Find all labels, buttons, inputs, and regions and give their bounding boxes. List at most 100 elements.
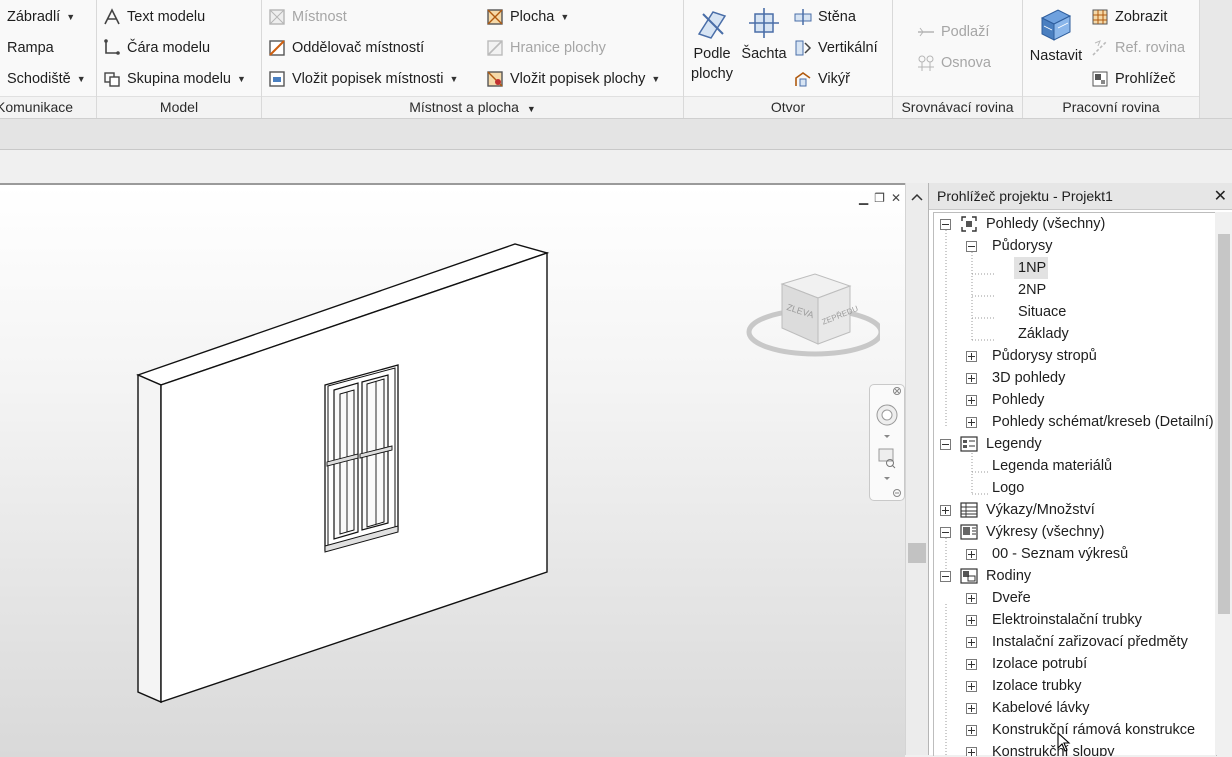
vertikalni-button[interactable]: Vertikální bbox=[794, 35, 878, 61]
tree-item-logo[interactable]: Logo bbox=[992, 477, 1024, 499]
expand-toggle-icon[interactable] bbox=[966, 417, 977, 428]
dropdown-arrow-icon[interactable]: ▼ bbox=[560, 4, 569, 30]
podle-plochy-button[interactable]: Podle plochy bbox=[690, 6, 734, 84]
dropdown-arrow-icon[interactable]: ▼ bbox=[77, 66, 86, 92]
tree-item-legenda-materialu[interactable]: Legenda materiálů bbox=[992, 455, 1112, 477]
rampa-label: Rampa bbox=[7, 40, 54, 56]
scroll-up-icon[interactable] bbox=[906, 187, 928, 207]
panel-komunikace: Zábradlí ▼ Rampa Schodiště ▼ Komunikace bbox=[0, 0, 97, 118]
panel-model: Text modelu Čára modelu Skupina modelu ▼… bbox=[97, 0, 262, 118]
wheel-dropdown-icon[interactable] bbox=[884, 435, 890, 438]
model-group-icon bbox=[104, 72, 120, 87]
schodiste-button[interactable]: Schodiště ▼ bbox=[7, 66, 86, 92]
panel-title-mistnost[interactable]: Místnost a plocha ▼ bbox=[262, 96, 683, 118]
shaft-icon bbox=[749, 8, 779, 38]
skupina-modelu-button[interactable]: Skupina modelu ▼ bbox=[103, 66, 246, 92]
expand-toggle-icon[interactable] bbox=[966, 637, 977, 648]
collapse-toggle-icon[interactable] bbox=[940, 571, 951, 582]
zoom-dropdown-icon[interactable] bbox=[884, 477, 890, 480]
expand-toggle-icon[interactable] bbox=[966, 549, 977, 560]
cara-modelu-button[interactable]: Čára modelu bbox=[103, 35, 210, 61]
rampa-button[interactable]: Rampa bbox=[7, 35, 54, 61]
expand-toggle-icon[interactable] bbox=[966, 593, 977, 604]
viewport-scrollbar-thumb[interactable] bbox=[908, 543, 926, 563]
sachta-button[interactable]: Šachta bbox=[740, 6, 788, 64]
ref-rovina-button[interactable]: Ref. rovina bbox=[1091, 35, 1185, 61]
expand-toggle-icon[interactable] bbox=[966, 395, 977, 406]
opening-by-face-icon bbox=[697, 11, 727, 39]
stena-button[interactable]: Stěna bbox=[794, 4, 856, 30]
popisek-plochy-button[interactable]: Vložit popisek plochy ▼ bbox=[486, 66, 660, 92]
viewcube[interactable]: ZLEVA ZEPŘEDU bbox=[740, 262, 880, 372]
close-navbar-icon[interactable] bbox=[893, 387, 901, 395]
dropdown-arrow-icon[interactable]: ▼ bbox=[651, 66, 660, 92]
dropdown-arrow-icon[interactable]: ▼ bbox=[237, 66, 246, 92]
oddelovac-button[interactable]: Oddělovač místností bbox=[268, 35, 424, 61]
model-line-icon bbox=[104, 39, 120, 55]
text-modelu-label: Text modelu bbox=[127, 9, 206, 25]
zabradli-button[interactable]: Zábradlí ▼ bbox=[7, 4, 75, 30]
schedule-icon bbox=[960, 502, 978, 518]
expand-toggle-icon[interactable] bbox=[966, 725, 977, 736]
view-tabs-area bbox=[0, 150, 1232, 183]
collapse-toggle-icon[interactable] bbox=[940, 439, 951, 450]
expand-toggle-icon[interactable] bbox=[940, 505, 951, 516]
podlazi-button[interactable]: Podlaží bbox=[917, 19, 989, 45]
nastavit-button[interactable]: Nastavit bbox=[1027, 6, 1085, 66]
room-separator-icon bbox=[269, 40, 285, 56]
3d-viewport[interactable]: ▁ ❐ ✕ ZLEVA ZEPŘEDU bbox=[0, 183, 905, 757]
cara-modelu-label: Čára modelu bbox=[127, 40, 211, 56]
panel-title-otvor: Otvor bbox=[684, 96, 892, 118]
collapse-toggle-icon[interactable] bbox=[940, 219, 951, 230]
skupina-modelu-label: Skupina modelu bbox=[127, 71, 231, 87]
tree-item-1np[interactable]: 1NP bbox=[1014, 257, 1049, 279]
plocha-button[interactable]: Plocha ▼ bbox=[486, 4, 569, 30]
tree-item-situace[interactable]: Situace bbox=[1018, 301, 1066, 323]
set-workplane-icon bbox=[1040, 9, 1072, 41]
dropdown-arrow-icon[interactable]: ▼ bbox=[450, 66, 459, 92]
expand-toggle-icon[interactable] bbox=[966, 703, 977, 714]
tree-item-zaklady[interactable]: Základy bbox=[1018, 323, 1069, 345]
project-tree: Pohledy (všechny) Půdorysy 1NP 2NP Situa… bbox=[933, 212, 1217, 756]
viewport-scrollbar[interactable] bbox=[905, 183, 928, 755]
expand-toggle-icon[interactable] bbox=[966, 659, 977, 670]
popisek-mistnosti-button[interactable]: Vložit popisek místnosti ▼ bbox=[268, 66, 458, 92]
navigation-bar bbox=[869, 384, 905, 501]
vertical-opening-icon bbox=[795, 40, 812, 56]
mistnost-button[interactable]: Místnost bbox=[268, 4, 347, 30]
expand-toggle-icon[interactable] bbox=[966, 373, 977, 384]
plocha-label: Plocha bbox=[510, 9, 555, 25]
vikyr-button[interactable]: Vikýř bbox=[794, 66, 850, 92]
zoom-icon[interactable] bbox=[878, 448, 896, 469]
project-browser-scrollbar[interactable] bbox=[1215, 212, 1232, 755]
expand-toggle-icon[interactable] bbox=[966, 681, 977, 692]
text-modelu-button[interactable]: Text modelu bbox=[103, 4, 205, 30]
viewer-icon bbox=[1092, 71, 1108, 87]
tree-item-2np[interactable]: 2NP bbox=[1018, 279, 1046, 301]
zobrazit-button[interactable]: Zobrazit bbox=[1091, 4, 1167, 30]
project-browser-scrollbar-thumb[interactable] bbox=[1218, 234, 1230, 614]
expand-toggle-icon[interactable] bbox=[966, 351, 977, 362]
close-icon[interactable]: ✕ bbox=[1214, 183, 1227, 210]
room-icon bbox=[269, 9, 285, 25]
steering-wheel-icon[interactable] bbox=[876, 404, 898, 426]
dropdown-arrow-icon[interactable]: ▼ bbox=[66, 4, 75, 30]
expand-toggle-icon[interactable] bbox=[966, 615, 977, 626]
options-bar bbox=[0, 119, 1232, 150]
panel-srovnavaci: Podlaží Osnova Srovnávací rovina bbox=[893, 0, 1023, 118]
panel-expand-arrow-icon[interactable]: ▼ bbox=[527, 104, 536, 114]
sheets-icon bbox=[960, 524, 978, 540]
legend-icon bbox=[960, 436, 978, 452]
collapse-toggle-icon[interactable] bbox=[966, 241, 977, 252]
wall-opening-icon bbox=[794, 9, 812, 25]
prohlizec-button[interactable]: Prohlížeč bbox=[1091, 66, 1175, 92]
zabradli-label: Zábradlí bbox=[7, 9, 61, 25]
area-icon bbox=[487, 9, 503, 25]
collapse-toggle-icon[interactable] bbox=[940, 527, 951, 538]
osnova-button[interactable]: Osnova bbox=[917, 50, 991, 76]
hranice-plochy-button[interactable]: Hranice plochy bbox=[486, 35, 606, 61]
collapse-navbar-icon[interactable] bbox=[893, 489, 901, 497]
dormer-icon bbox=[795, 72, 811, 87]
mouse-cursor-icon bbox=[1057, 731, 1071, 752]
show-workplane-icon bbox=[1092, 9, 1108, 25]
